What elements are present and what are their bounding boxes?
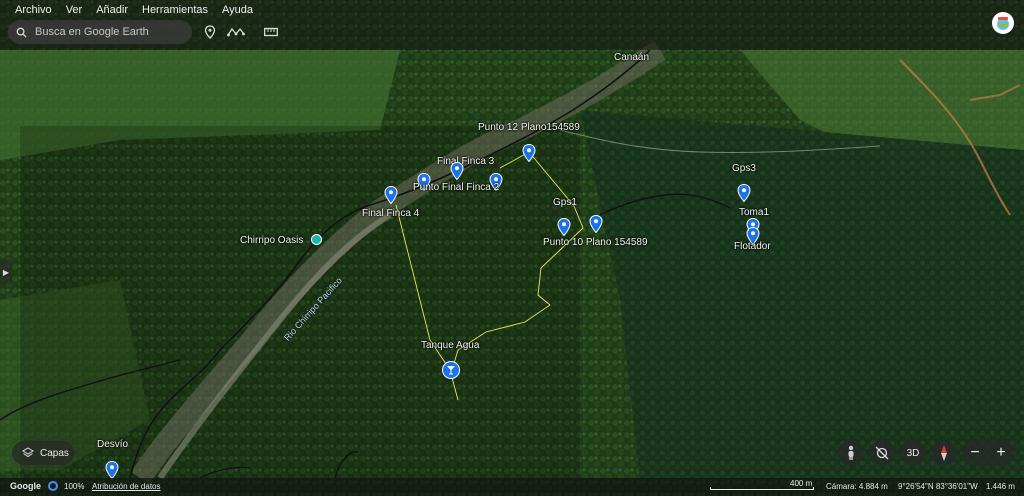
menu-ver[interactable]: Ver (66, 4, 83, 16)
placemark-pin-punto-10[interactable] (589, 215, 603, 233)
label-punto-10[interactable]: Punto 10 Plano 154589 (543, 237, 648, 248)
status-bar: Google 100% Atribución de datos 400 m Cá… (0, 478, 1024, 496)
path-icon[interactable] (226, 24, 246, 40)
compass-button[interactable] (931, 440, 957, 466)
chevron-right-icon: ▶ (2, 267, 10, 277)
placemark-pin-final-finca-4[interactable] (384, 186, 398, 204)
placemark-pin-gps3[interactable] (737, 184, 751, 202)
menu-bar: Archivo Ver Añadir Herramientas Ayuda (0, 0, 1024, 20)
placemark-pin-final-finca-3[interactable] (450, 162, 464, 180)
elevation: 1.446 m (986, 482, 1015, 491)
menu-anadir[interactable]: Añadir (96, 4, 128, 16)
zoom-out-button[interactable]: − (970, 444, 979, 462)
load-percent: 100% (64, 482, 85, 491)
pegman-button[interactable] (838, 440, 864, 466)
layers-button[interactable]: Capas (12, 441, 74, 465)
pegman-icon (848, 445, 854, 460)
layers-icon (22, 447, 34, 458)
google-earth-logo-icon[interactable] (992, 12, 1014, 34)
scale-bar (710, 487, 814, 490)
menu-ayuda[interactable]: Ayuda (222, 4, 253, 16)
orientation-icon (875, 446, 889, 460)
3d-toggle-button[interactable]: 3D (900, 440, 926, 466)
label-toma1[interactable]: Toma1 (739, 207, 769, 218)
label-flotador[interactable]: Flotador (734, 241, 771, 252)
camera-poi-icon[interactable] (311, 234, 322, 245)
camera-altitude: Cámara: 4.884 m (826, 482, 888, 491)
cursor-coordinates: 9°26'54"N 83°36'01"W (898, 482, 978, 491)
ruler-icon[interactable] (263, 24, 279, 40)
label-final-finca-3[interactable]: Final Finca 3 (437, 156, 494, 167)
loading-circle-icon (48, 481, 58, 491)
label-tanque-agua[interactable]: Tanque Agua (421, 340, 479, 351)
label-gps1[interactable]: Gps1 (553, 197, 577, 208)
compass-icon (941, 445, 947, 461)
placemark-icon[interactable] (202, 24, 218, 40)
placemark-pin-desvio[interactable] (105, 461, 119, 479)
label-canaan: Canaán (614, 52, 650, 63)
label-gps3[interactable]: Gps3 (732, 163, 756, 174)
cocktail-glass-icon[interactable] (442, 361, 460, 379)
label-punto-12[interactable]: Punto 12 Plano154589 (478, 122, 580, 133)
orientation-button[interactable] (869, 440, 895, 466)
label-chirripo-oasis[interactable]: Chirripo Oasis (240, 235, 303, 246)
google-earth-window: Archivo Ver Añadir Herramientas Ayuda Bu… (0, 0, 1024, 496)
search-box[interactable] (8, 20, 192, 44)
placemark-pin-punto-12[interactable] (522, 144, 536, 162)
sidebar-toggle-button[interactable]: ▶ (0, 260, 12, 284)
placemark-pin-gps1[interactable] (557, 218, 571, 236)
menu-archivo[interactable]: Archivo (15, 4, 52, 16)
label-punto-final-finca-2[interactable]: Punto Final Finca 2 (413, 182, 499, 193)
menu-herramientas[interactable]: Herramientas (142, 4, 208, 16)
satellite-map[interactable] (0, 0, 1024, 496)
zoom-in-button[interactable]: + (996, 444, 1005, 462)
zoom-controls: − + (962, 440, 1014, 466)
search-icon (16, 27, 27, 38)
toolbar (0, 20, 1024, 50)
attribution-link[interactable]: Atribución de datos (92, 482, 161, 491)
3d-label: 3D (906, 447, 920, 459)
layers-label: Capas (40, 447, 69, 459)
google-brand: Google (10, 481, 41, 491)
label-desvio[interactable]: Desvío (97, 439, 128, 450)
search-input[interactable] (35, 26, 185, 38)
label-final-finca-4[interactable]: Final Finca 4 (362, 208, 419, 219)
